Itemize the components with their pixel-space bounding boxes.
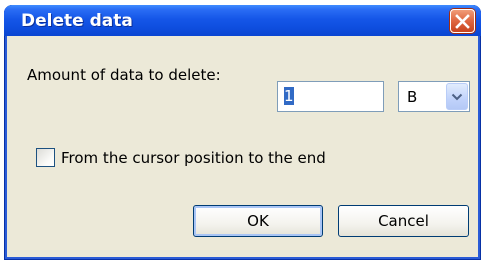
cursor-to-end-checkbox[interactable]	[36, 148, 55, 167]
ok-button[interactable]: OK	[193, 205, 323, 237]
cancel-button[interactable]: Cancel	[338, 205, 469, 237]
amount-input[interactable]: 1	[277, 81, 384, 112]
close-icon	[455, 13, 470, 29]
title-bar[interactable]: Delete data	[4, 5, 481, 36]
unit-select[interactable]: B	[398, 81, 470, 112]
dropdown-button[interactable]	[446, 83, 468, 110]
cursor-to-end-row[interactable]: From the cursor position to the end	[36, 148, 326, 167]
amount-value: 1	[284, 87, 294, 105]
dialog-title: Delete data	[21, 11, 133, 31]
amount-label: Amount of data to delete:	[27, 66, 221, 84]
cursor-to-end-label[interactable]: From the cursor position to the end	[61, 149, 326, 167]
chevron-down-icon	[451, 93, 463, 100]
close-button[interactable]	[450, 9, 475, 33]
unit-value: B	[407, 88, 418, 106]
